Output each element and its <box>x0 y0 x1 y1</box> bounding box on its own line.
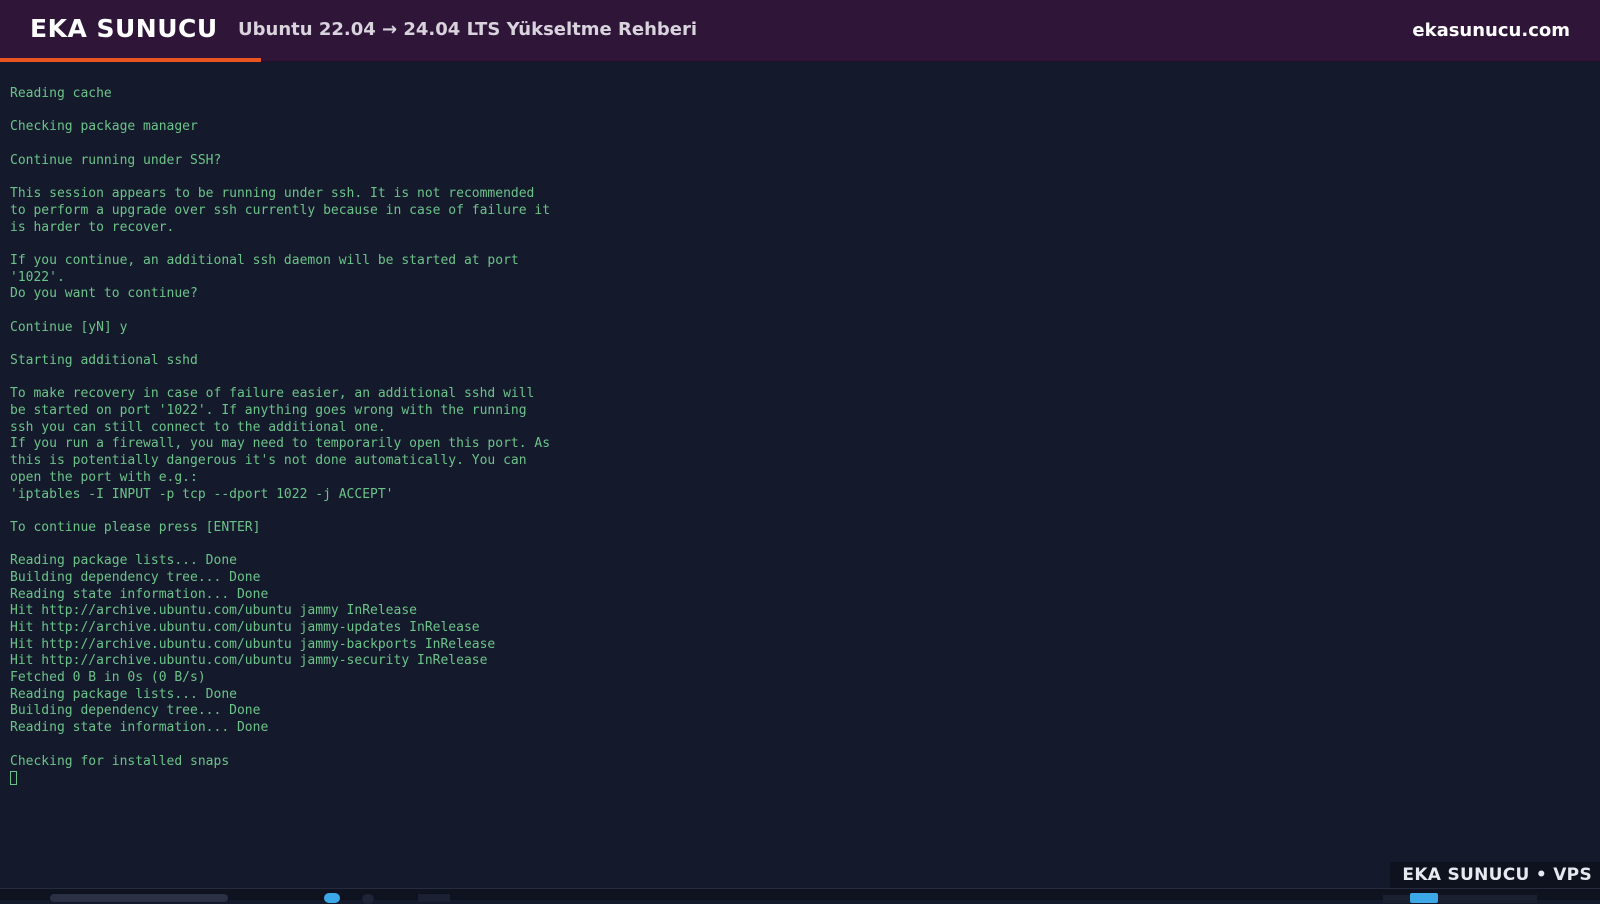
terminal-line: this is potentially dangerous it's not d… <box>10 453 527 469</box>
terminal-line: is harder to recover. <box>10 219 175 235</box>
terminal-line: Hit http://archive.ubuntu.com/ubuntu jam… <box>10 636 496 652</box>
terminal-line: If you continue, an additional ssh daemo… <box>10 252 519 268</box>
brand-logo[interactable]: EKA SUNUCU <box>30 14 218 43</box>
header-bar: EKA SUNUCU Ubuntu 22.04 → 24.04 LTS Yüks… <box>0 0 1600 62</box>
terminal-line: Reading state information... Done <box>10 720 269 736</box>
page-title: Ubuntu 22.04 → 24.04 LTS Yükseltme Rehbe… <box>238 19 698 40</box>
terminal-line: Building dependency tree... Done <box>10 703 261 719</box>
terminal-line: Reading package lists... Done <box>10 553 237 569</box>
terminal-line: Checking package manager <box>10 119 198 135</box>
taskbar-tray-icon[interactable] <box>1410 893 1438 903</box>
watermark-label: EKA SUNUCU • VPS <box>1390 862 1600 888</box>
terminal-line: Hit http://archive.ubuntu.com/ubuntu jam… <box>10 620 480 635</box>
terminal-line: Starting additional sshd <box>10 353 198 368</box>
terminal-line: open the port with e.g.: <box>10 469 198 485</box>
terminal-line: Reading cache <box>10 86 112 101</box>
taskbar-app-icon[interactable] <box>324 893 340 903</box>
terminal-line: Checking for installed snaps <box>10 753 230 769</box>
terminal-output[interactable]: Reading cache Checking package manager Con… <box>0 62 1600 888</box>
taskbar <box>0 888 1600 904</box>
terminal-line: Continue [yN] y <box>10 319 128 335</box>
taskbar-app-icon[interactable] <box>418 894 450 902</box>
terminal-line: Continue running under SSH? <box>10 152 222 168</box>
terminal-line: Hit http://archive.ubuntu.com/ubuntu jam… <box>10 603 417 619</box>
terminal-line: '1022'. <box>10 269 65 285</box>
terminal-line: Reading state information... Done <box>10 586 269 602</box>
terminal-line: ssh you can still connect to the additio… <box>10 419 386 435</box>
terminal-line: to perform a upgrade over ssh currently … <box>10 202 551 218</box>
terminal-line: Hit http://archive.ubuntu.com/ubuntu jam… <box>10 653 488 669</box>
terminal-line: 'iptables -I INPUT -p tcp --dport 1022 -… <box>10 486 394 502</box>
terminal-line: be started on port '1022'. If anything g… <box>10 403 527 419</box>
taskbar-tray <box>1383 895 1537 903</box>
terminal-cursor <box>10 770 17 785</box>
terminal-line: Fetched 0 B in 0s (0 B/s) <box>10 670 206 686</box>
terminal-line: To make recovery in case of failure easi… <box>10 386 535 402</box>
terminal-line: If you run a firewall, you may need to t… <box>10 436 551 452</box>
terminal-cursor-line <box>10 770 1590 787</box>
terminal-line: This session appears to be running under… <box>10 186 535 202</box>
taskbar-search-pill[interactable] <box>50 894 228 902</box>
site-link[interactable]: ekasunucu.com <box>1412 20 1570 41</box>
taskbar-app-icon[interactable] <box>362 894 374 904</box>
terminal-line: Reading package lists... Done <box>10 686 237 702</box>
terminal-line: Building dependency tree... Done <box>10 569 261 585</box>
terminal-line: To continue please press [ENTER] <box>10 519 261 535</box>
terminal-line: Do you want to continue? <box>10 286 198 302</box>
